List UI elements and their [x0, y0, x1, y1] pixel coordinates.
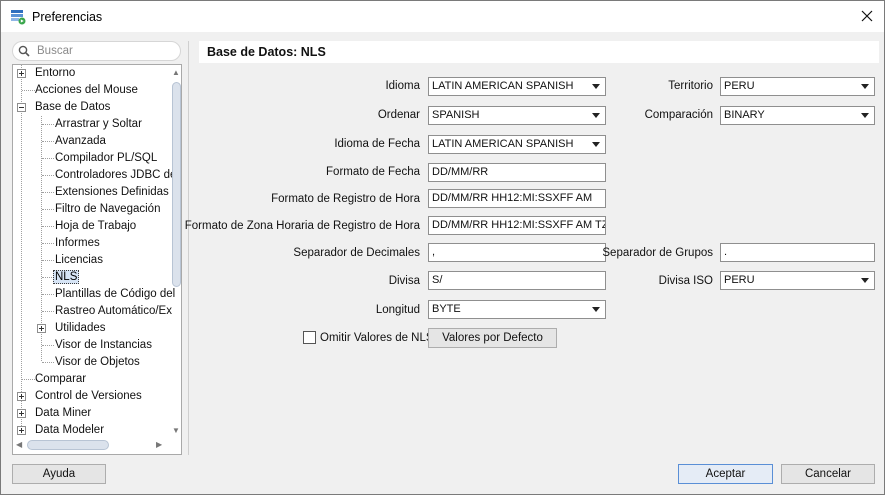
search-input[interactable] [35, 44, 175, 58]
tree-item-visor-objetos[interactable]: Visor de Objetos [53, 354, 142, 371]
tree-item-extensiones[interactable]: Extensiones Definidas p [53, 184, 180, 201]
expand-icon[interactable] [17, 409, 26, 418]
territorio-label: Territorio [668, 80, 713, 92]
horizontal-scrollbar[interactable] [27, 440, 109, 450]
search-icon [18, 45, 30, 60]
tree-item-controladores-jdbc[interactable]: Controladores JDBC de [53, 167, 178, 184]
preferences-dialog: Preferencias Buscar Entorno Acciones del… [0, 0, 885, 495]
tree-item-informes[interactable]: Informes [53, 235, 102, 252]
divisa-iso-select[interactable]: PERU [720, 271, 875, 290]
idioma-select[interactable]: LATIN AMERICAN SPANISH [428, 77, 606, 96]
collapse-icon[interactable] [17, 103, 26, 112]
cancel-button[interactable]: Cancelar [781, 464, 875, 484]
sep-decimales-label: Separador de Decimales [293, 247, 420, 259]
chevron-down-icon [861, 84, 869, 89]
search-box [12, 41, 181, 61]
window-title: Preferencias [32, 10, 103, 24]
tree-item-compilador-plsql[interactable]: Compilador PL/SQL [53, 150, 159, 167]
divisa-iso-label: Divisa ISO [658, 275, 713, 287]
panel-header: Base de Datos: NLS [199, 41, 879, 63]
scroll-left-icon[interactable]: ◀ [16, 441, 22, 449]
sep-decimales-input[interactable]: , [428, 243, 606, 262]
idioma-fecha-label: Idioma de Fecha [334, 138, 420, 150]
comparacion-select[interactable]: BINARY [720, 106, 875, 125]
preferences-tree: Entorno Acciones del Mouse Base de Datos… [12, 64, 182, 455]
omitir-label: Omitir Valores de NLS [320, 332, 434, 344]
divisa-input[interactable]: S/ [428, 271, 606, 290]
formato-hora-input[interactable]: DD/MM/RR HH12:MI:SSXFF AM [428, 189, 606, 208]
chevron-down-icon [592, 307, 600, 312]
tree-item-avanzada[interactable]: Avanzada [53, 133, 108, 150]
scroll-up-icon[interactable]: ▲ [172, 69, 180, 77]
comparacion-label: Comparación [644, 109, 713, 121]
longitud-select[interactable]: BYTE [428, 300, 606, 319]
expand-icon[interactable] [37, 324, 46, 333]
sep-grupos-input[interactable]: . [720, 243, 875, 262]
divisa-label: Divisa [388, 275, 420, 287]
scroll-down-icon[interactable]: ▼ [172, 427, 180, 435]
formato-zona-label: Formato de Zona Horaria de Registro de H… [184, 220, 420, 232]
chevron-down-icon [861, 113, 869, 118]
formato-hora-label: Formato de Registro de Hora [271, 193, 420, 205]
tree-item-hoja-trabajo[interactable]: Hoja de Trabajo [53, 218, 138, 235]
formato-zona-input[interactable]: DD/MM/RR HH12:MI:SSXFF AM TZR [428, 216, 606, 235]
chevron-down-icon [592, 142, 600, 147]
tree-item-arrastrar-soltar[interactable]: Arrastrar y Soltar [53, 116, 144, 133]
idioma-label: Idioma [385, 80, 420, 92]
omitir-checkbox[interactable] [303, 331, 316, 344]
chevron-down-icon [592, 113, 600, 118]
longitud-label: Longitud [375, 304, 420, 316]
territorio-select[interactable]: PERU [720, 77, 875, 96]
expand-icon[interactable] [17, 426, 26, 435]
ordenar-select[interactable]: SPANISH [428, 106, 606, 125]
formato-fecha-label: Formato de Fecha [326, 166, 420, 178]
chevron-down-icon [592, 84, 600, 89]
panel-divider[interactable] [188, 41, 189, 455]
tree-item-plantillas[interactable]: Plantillas de Código del [53, 286, 177, 303]
ordenar-label: Ordenar [377, 109, 420, 121]
chevron-down-icon [861, 278, 869, 283]
defaults-button[interactable]: Valores por Defecto [428, 328, 557, 348]
title-bar: Preferencias [1, 1, 884, 32]
tree-item-filtro-navegacion[interactable]: Filtro de Navegación [53, 201, 162, 218]
help-button[interactable]: Ayuda [12, 464, 106, 484]
tree-item-visor-instancias[interactable]: Visor de Instancias [53, 337, 154, 354]
accept-button[interactable]: Aceptar [678, 464, 773, 484]
sep-grupos-label: Separador de Grupos [602, 247, 713, 259]
tree-item-licencias[interactable]: Licencias [53, 252, 105, 269]
page-title: Base de Datos: NLS [207, 45, 326, 59]
vertical-scrollbar[interactable] [172, 82, 181, 287]
preferences-app-icon [10, 9, 26, 25]
close-icon[interactable] [850, 1, 884, 31]
formato-fecha-input[interactable]: DD/MM/RR [428, 163, 606, 182]
tree-item-rastreo[interactable]: Rastreo Automático/Ex [53, 303, 174, 320]
expand-icon[interactable] [17, 69, 26, 78]
expand-icon[interactable] [17, 392, 26, 401]
tree-item-nls[interactable]: NLS [53, 269, 80, 286]
idioma-fecha-select[interactable]: LATIN AMERICAN SPANISH [428, 135, 606, 154]
scroll-right-icon[interactable]: ▶ [156, 441, 162, 449]
